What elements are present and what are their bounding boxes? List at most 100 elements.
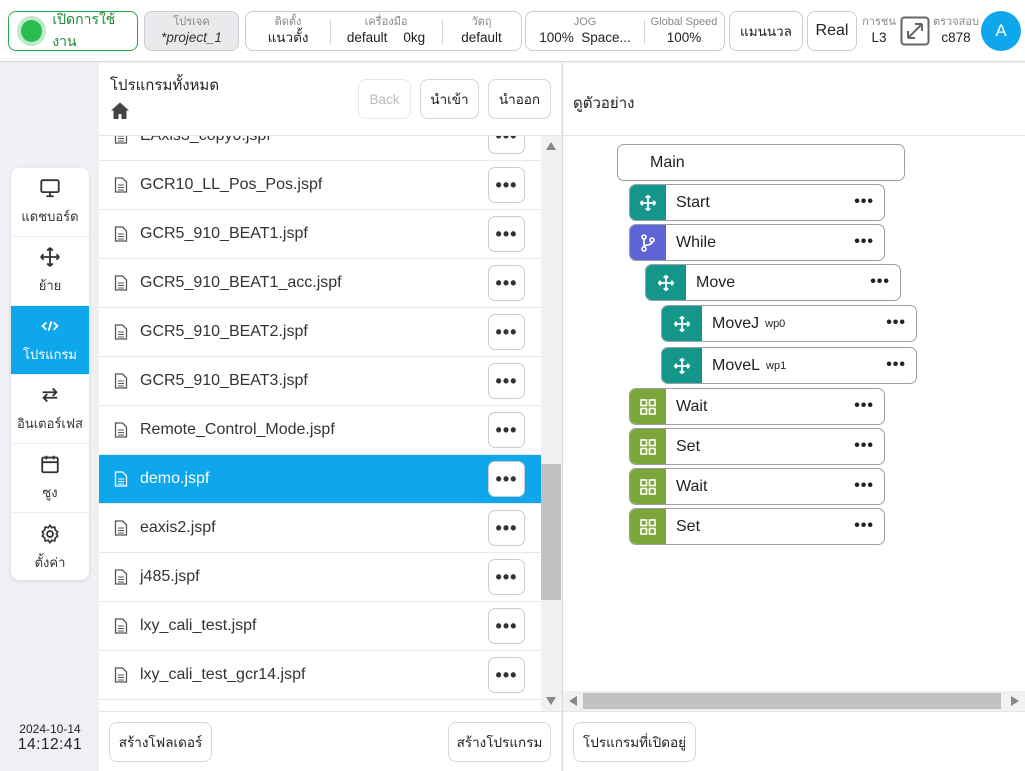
list-item[interactable]: j485.jspf ••• bbox=[99, 553, 541, 602]
more-options-button[interactable]: ••• bbox=[488, 167, 525, 203]
check-value: c878 bbox=[941, 30, 971, 45]
real-mode-button[interactable]: Real bbox=[807, 11, 857, 51]
sidebar: แดชบอร์ด ย้าย โปรแกรม อินเตอร์เฟส ซูง ตั… bbox=[11, 168, 89, 580]
avatar[interactable]: A bbox=[981, 11, 1021, 51]
tool-value: default bbox=[346, 30, 388, 45]
node-more-button[interactable]: ••• bbox=[854, 437, 874, 455]
node-more-button[interactable]: ••• bbox=[870, 273, 890, 291]
global-speed-control[interactable]: Global Speed 100% bbox=[644, 12, 724, 50]
move-icon bbox=[673, 357, 691, 374]
tree-node-move[interactable]: Move ••• bbox=[645, 264, 901, 301]
more-options-button[interactable]: ••• bbox=[488, 265, 525, 301]
program-tree: Main Start ••• While ••• Move ••• MoveJ … bbox=[563, 136, 1010, 691]
tree-node-while[interactable]: While ••• bbox=[629, 224, 885, 261]
scroll-right-icon[interactable] bbox=[1010, 695, 1020, 707]
preview-hscrollbar-thumb[interactable] bbox=[583, 693, 1001, 709]
sidebar-item-settings[interactable]: ตั้งค่า bbox=[11, 513, 89, 582]
calendar-icon bbox=[41, 455, 59, 474]
node-more-button[interactable]: ••• bbox=[854, 477, 874, 495]
expand-icon[interactable] bbox=[900, 16, 930, 46]
back-button[interactable]: Back bbox=[358, 79, 411, 119]
more-options-button[interactable]: ••• bbox=[488, 412, 525, 448]
tree-node-label: MoveL bbox=[712, 356, 761, 374]
sidebar-item-dashboard[interactable]: แดชบอร์ด bbox=[11, 168, 89, 237]
list-item[interactable]: lxy_cali_test.jspf ••• bbox=[99, 602, 541, 651]
list-item[interactable]: eaxis2.jspf ••• bbox=[99, 504, 541, 553]
scroll-down-icon[interactable] bbox=[545, 696, 557, 706]
install-label: ติดตั้ง bbox=[274, 16, 302, 28]
project-selector[interactable]: โปรเจค *project_1 bbox=[144, 11, 239, 51]
sidebar-item-interface[interactable]: อินเตอร์เฟส bbox=[11, 375, 89, 444]
node-more-button[interactable]: ••• bbox=[854, 233, 874, 251]
check-label: ตรวจสอบ bbox=[933, 16, 979, 28]
more-options-button[interactable]: ••• bbox=[488, 216, 525, 252]
create-program-button[interactable]: สร้างโปรแกรม bbox=[448, 722, 551, 762]
grid-icon bbox=[640, 398, 656, 415]
list-item[interactable]: GCR5_910_BEAT1.jspf ••• bbox=[99, 210, 541, 259]
scroll-up-icon[interactable] bbox=[545, 141, 557, 151]
open-programs-button[interactable]: โปรแกรมที่เปิดอยู่ bbox=[573, 722, 696, 762]
tree-node-wait[interactable]: Wait ••• bbox=[629, 388, 885, 425]
list-item[interactable]: GCR5_910_BEAT2.jspf ••• bbox=[99, 308, 541, 357]
program-list-title: โปรแกรมทั้งหมด bbox=[110, 77, 220, 94]
tool-payload: 0kg bbox=[403, 30, 426, 45]
node-more-button[interactable]: ••• bbox=[854, 193, 874, 211]
node-more-button[interactable]: ••• bbox=[886, 314, 906, 332]
sidebar-item-program[interactable]: โปรแกรม bbox=[11, 306, 89, 375]
file-name: GCR5_910_BEAT1.jspf bbox=[140, 225, 308, 242]
more-options-button[interactable]: ••• bbox=[488, 608, 525, 644]
more-options-button[interactable]: ••• bbox=[488, 314, 525, 350]
file-name: eaxis2.jspf bbox=[140, 519, 216, 536]
config-group: ติดตั้ง แนวตั้ง เครื่องมือ default 0kg วั… bbox=[245, 11, 522, 51]
import-button[interactable]: นำเข้า bbox=[420, 79, 479, 119]
more-options-button[interactable]: ••• bbox=[488, 559, 525, 595]
tree-node-set[interactable]: Set ••• bbox=[629, 428, 885, 465]
tree-node-set[interactable]: Set ••• bbox=[629, 508, 885, 545]
more-options-button[interactable]: ••• bbox=[488, 136, 525, 154]
tree-node-label: Wait bbox=[676, 477, 708, 495]
list-scrollbar-thumb[interactable] bbox=[541, 464, 561, 600]
program-list-footer: สร้างโฟลเดอร์ สร้างโปรแกรม bbox=[99, 711, 561, 771]
node-more-button[interactable]: ••• bbox=[854, 517, 874, 535]
list-item[interactable]: Remote_Control_Mode.jspf ••• bbox=[99, 406, 541, 455]
more-options-button[interactable]: ••• bbox=[488, 657, 525, 693]
node-more-button[interactable]: ••• bbox=[886, 356, 906, 374]
list-item[interactable]: GCR5_910_BEAT1_acc.jspf ••• bbox=[99, 259, 541, 308]
file-icon bbox=[114, 471, 128, 487]
check-status[interactable]: ตรวจสอบ c878 bbox=[932, 14, 980, 47]
object-selector[interactable]: วัตถุ default bbox=[442, 12, 521, 50]
tree-node-movel[interactable]: MoveL wp1 ••• bbox=[661, 347, 917, 384]
list-item[interactable]: EAxis3_copy0.jspf ••• bbox=[99, 136, 541, 161]
tree-node-wait[interactable]: Wait ••• bbox=[629, 468, 885, 505]
jog-control[interactable]: JOG 100% Space... bbox=[526, 12, 644, 50]
collision-level[interactable]: การชน L3 bbox=[862, 14, 896, 47]
sidebar-item-move[interactable]: ย้าย bbox=[11, 237, 89, 306]
file-icon bbox=[114, 569, 128, 585]
manual-mode-button[interactable]: แมนนวล bbox=[729, 11, 803, 51]
node-more-button[interactable]: ••• bbox=[854, 397, 874, 415]
create-folder-button[interactable]: สร้างโฟลเดอร์ bbox=[109, 722, 212, 762]
install-selector[interactable]: ติดตั้ง แนวตั้ง bbox=[246, 12, 330, 50]
home-icon[interactable] bbox=[110, 101, 130, 121]
collision-value: L3 bbox=[871, 30, 887, 45]
list-scrollbar[interactable] bbox=[541, 136, 561, 711]
tree-node-movej[interactable]: MoveJ wp0 ••• bbox=[661, 305, 917, 342]
tree-node-start[interactable]: Start ••• bbox=[629, 184, 885, 221]
list-item-selected[interactable]: demo.jspf ••• bbox=[99, 455, 541, 504]
sidebar-item-schedule[interactable]: ซูง bbox=[11, 444, 89, 513]
list-item[interactable]: GCR10_LL_Pos_Pos.jspf ••• bbox=[99, 161, 541, 210]
file-icon bbox=[114, 177, 128, 193]
list-item[interactable]: GCR5_910_BEAT3.jspf ••• bbox=[99, 357, 541, 406]
preview-hscrollbar[interactable] bbox=[563, 691, 1025, 711]
enable-button[interactable]: เปิดการใช้งาน bbox=[8, 11, 138, 51]
scroll-left-icon[interactable] bbox=[568, 695, 578, 707]
tree-root-main[interactable]: Main bbox=[617, 144, 905, 181]
more-options-button[interactable]: ••• bbox=[488, 461, 525, 497]
file-icon bbox=[114, 226, 128, 242]
more-options-button[interactable]: ••• bbox=[488, 510, 525, 546]
file-name: lxy_cali_test.jspf bbox=[140, 617, 257, 634]
list-item[interactable]: lxy_cali_test_gcr14.jspf ••• bbox=[99, 651, 541, 700]
tool-selector[interactable]: เครื่องมือ default 0kg bbox=[330, 12, 442, 50]
more-options-button[interactable]: ••• bbox=[488, 363, 525, 399]
export-button[interactable]: นำออก bbox=[488, 79, 551, 119]
